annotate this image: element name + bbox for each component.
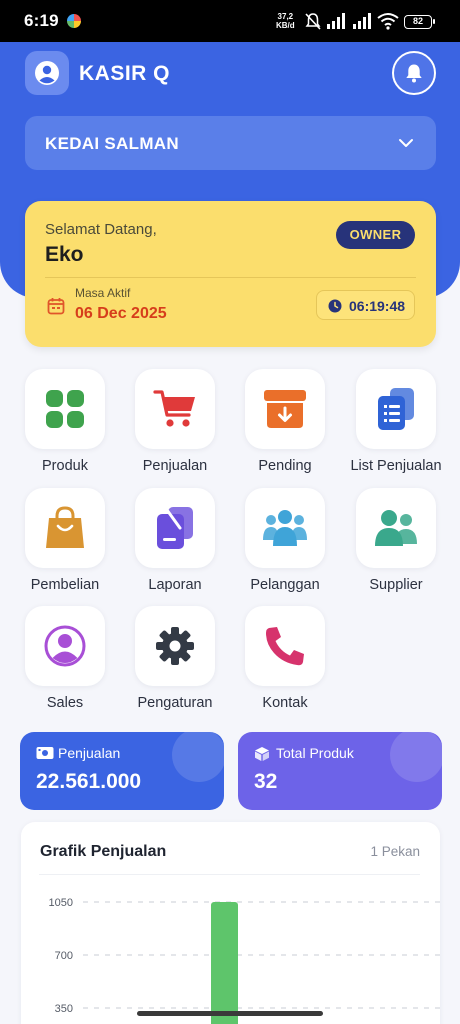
products-stat-value: 32: [254, 770, 278, 793]
menu-penjualan[interactable]: Penjualan: [120, 369, 230, 485]
products-stat-label: Total Produk: [276, 745, 354, 761]
box-icon: [255, 747, 269, 761]
phone-icon: [266, 627, 304, 666]
card-decoration: [172, 732, 224, 782]
menu-tile[interactable]: [25, 369, 105, 449]
network-speed: 37,2 KB/d: [276, 12, 295, 30]
calendar-icon: [47, 298, 65, 315]
y-tick-label: 1050: [49, 897, 73, 909]
active-period-date: 06 Dec 2025: [75, 305, 167, 322]
menu-label: Pending: [258, 458, 312, 474]
menu-tile[interactable]: [356, 488, 436, 568]
clock-box: 06:19:48: [316, 290, 415, 320]
menu-tile[interactable]: [245, 369, 325, 449]
cart-icon: [153, 390, 195, 427]
menu-kontak[interactable]: Kontak: [230, 606, 340, 722]
user-avatar-icon: [35, 61, 59, 85]
menu-label: Pengaturan: [137, 695, 213, 711]
menu-pembelian[interactable]: Pembelian: [10, 488, 120, 604]
menu-list-penjualan[interactable]: List Penjualan: [341, 369, 451, 485]
card-divider: [45, 277, 416, 278]
active-period-label: Masa Aktif: [75, 286, 131, 300]
network-speed-value: 37,2: [277, 12, 294, 21]
muted-bell-icon: [305, 13, 321, 30]
sales-chart: 1050 700 350: [49, 897, 440, 1024]
card-decoration: [390, 732, 442, 782]
menu-pelanggan[interactable]: Pelanggan: [230, 488, 340, 604]
clock-time: 06:19:48: [349, 298, 406, 314]
menu-label: List Penjualan: [350, 458, 442, 474]
signal-icon-1: [327, 13, 345, 29]
menu-tile[interactable]: [135, 606, 215, 686]
sales-chart-card: Grafik Penjualan 1 Pekan 1050 700 350: [21, 822, 440, 1024]
money-icon: [36, 747, 54, 759]
grid-icon: [46, 390, 84, 428]
menu-tile[interactable]: [245, 606, 325, 686]
bell-icon: [406, 64, 422, 83]
store-dropdown[interactable]: KEDAI SALMAN: [25, 116, 436, 170]
supplier-icon: [375, 510, 417, 546]
app-logo: [25, 51, 69, 95]
menu-tile[interactable]: [135, 369, 215, 449]
menu-label: Sales: [46, 695, 84, 711]
greeting-text: Selamat Datang,: [45, 221, 157, 238]
battery-indicator: 82: [404, 15, 435, 29]
sales-stat-label: Penjualan: [58, 745, 121, 761]
role-badge: OWNER: [336, 221, 415, 249]
network-speed-unit: KB/d: [276, 21, 295, 30]
menu-pengaturan[interactable]: Pengaturan: [120, 606, 230, 722]
user-name: Eko: [45, 243, 84, 266]
menu-pending[interactable]: Pending: [230, 369, 340, 485]
store-name: KEDAI SALMAN: [45, 134, 179, 153]
welcome-card: Selamat Datang, Eko OWNER Masa Aktif 06 …: [25, 201, 436, 347]
menu-label: Pelanggan: [250, 577, 320, 593]
user-circle-icon: [44, 625, 86, 667]
archive-icon: [264, 390, 306, 428]
menu-label: Laporan: [148, 577, 202, 593]
customers-icon: [263, 510, 307, 546]
menu-label: Supplier: [369, 577, 423, 593]
notification-button[interactable]: [392, 51, 436, 95]
menu-laporan[interactable]: Laporan: [120, 488, 230, 604]
notification-app-icon: [67, 14, 81, 28]
menu-supplier[interactable]: Supplier: [341, 488, 451, 604]
app-title: KASIR Q: [79, 62, 171, 85]
status-bar: 6:19 37,2 KB/d 82: [0, 0, 460, 42]
menu-label: Produk: [42, 458, 88, 474]
gear-icon: [156, 627, 194, 665]
chevron-down-icon: [399, 139, 413, 147]
wifi-icon: [377, 13, 399, 30]
menu-label: Pembelian: [30, 577, 100, 593]
menu-tile[interactable]: [356, 369, 436, 449]
documents-icon: [378, 388, 414, 430]
y-tick-label: 700: [55, 950, 73, 962]
products-stat-card[interactable]: Total Produk 32: [238, 732, 442, 810]
sales-stat-card[interactable]: Penjualan 22.561.000: [20, 732, 224, 810]
y-tick-label: 350: [55, 1003, 73, 1015]
signal-icon-2: [353, 13, 371, 29]
menu-label: Penjualan: [142, 458, 208, 474]
menu-tile[interactable]: [135, 488, 215, 568]
menu-tile[interactable]: [245, 488, 325, 568]
home-indicator: [137, 1011, 323, 1016]
menu-label: Kontak: [262, 695, 308, 711]
report-icon: [157, 507, 193, 549]
clock-icon: [328, 299, 342, 313]
menu-tile[interactable]: [25, 488, 105, 568]
chart-bar[interactable]: [211, 902, 238, 1024]
menu-sales[interactable]: Sales: [10, 606, 120, 722]
menu-tile[interactable]: [25, 606, 105, 686]
shopping-bag-icon: [46, 506, 84, 548]
sales-stat-value: 22.561.000: [36, 770, 142, 793]
status-time: 6:19: [24, 11, 59, 30]
menu-produk[interactable]: Produk: [10, 369, 120, 485]
